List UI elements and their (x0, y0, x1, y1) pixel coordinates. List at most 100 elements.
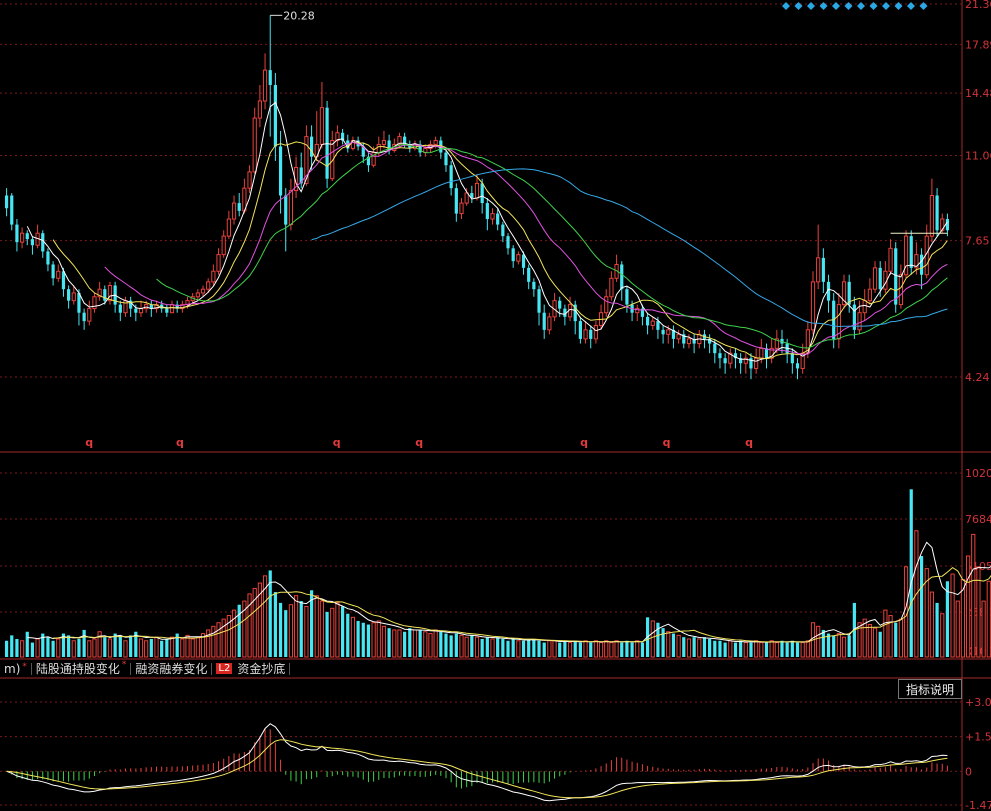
candle-body (257, 100, 262, 119)
volume-bar (935, 602, 939, 657)
candle-body (376, 143, 381, 154)
volume-tick-label: 10204 (965, 467, 991, 480)
volume-bar (428, 633, 433, 658)
volume-bar (485, 637, 489, 657)
candle-body (656, 321, 660, 330)
signal-q-mark: q (85, 436, 93, 449)
volume-bar (319, 600, 325, 658)
macd-tick-label: +1.51 (965, 731, 991, 744)
volume-bar (376, 620, 381, 658)
volume-bar (77, 638, 81, 657)
candle-body (686, 338, 692, 345)
tab-m-label: m) (4, 661, 21, 676)
candle-body (872, 267, 878, 290)
volume-bar (847, 635, 851, 657)
candle-body (454, 188, 458, 214)
candle-body (945, 219, 950, 231)
volume-bar (71, 640, 76, 658)
candle-body (200, 288, 206, 294)
volume-bar (454, 633, 458, 657)
candle-body (506, 236, 510, 249)
candle-body (433, 139, 438, 145)
volume-bar (521, 640, 526, 657)
candle-body (676, 333, 681, 340)
volume-bar (650, 620, 655, 658)
candle-body (650, 320, 655, 326)
volume-bar (340, 606, 345, 657)
candle-body (319, 107, 325, 145)
candle-body (723, 358, 727, 364)
candle-body (645, 316, 650, 326)
volume-bar (103, 637, 107, 657)
candle-body (532, 281, 536, 290)
volume-bar (299, 601, 303, 657)
volume-bar (87, 640, 92, 658)
volume-bar (412, 629, 418, 658)
volume-bar (56, 638, 61, 658)
tab-margin-trading[interactable]: 融资融券变化 (131, 660, 211, 677)
volume-bar (356, 620, 360, 657)
signal-diamond-icon (807, 2, 815, 10)
volume-bar (92, 638, 97, 658)
candle-body (211, 270, 216, 283)
candle-body (67, 289, 71, 301)
volume-bar (542, 642, 546, 657)
candle-body (231, 202, 237, 220)
tab-fund-bottom[interactable]: L2 资金抄底 (212, 660, 289, 677)
volume-ma-line (53, 566, 991, 643)
volume-bar (883, 609, 888, 658)
price-tick-label: 7.65 (965, 235, 990, 248)
stock-chart: 21.30 17.89 14.48 11.06 7.65 4.24 20.28 q q q q q q q… (0, 0, 991, 811)
signal-diamond-icon (907, 2, 915, 10)
volume-bar (764, 642, 769, 657)
candle-body (661, 329, 665, 335)
volume-bar (635, 640, 640, 658)
volume-bar (945, 581, 950, 657)
volume-bar (449, 635, 453, 657)
volume-bar (841, 636, 847, 658)
signal-q-mark: q (415, 436, 423, 449)
tab-m[interactable]: m) * (0, 662, 31, 676)
candle-body (221, 235, 226, 256)
volume-bar (620, 642, 624, 657)
indicator-help-button[interactable]: 指标说明 (898, 679, 962, 699)
volume-bar (19, 640, 25, 658)
candle-body (19, 232, 25, 243)
volume-bar (981, 600, 986, 658)
candle-body (496, 213, 500, 225)
volume-bar (872, 627, 878, 658)
volume-bar (785, 642, 789, 657)
signal-diamond-icon (794, 2, 803, 10)
candle-body (480, 183, 484, 204)
volume-bar (986, 580, 991, 658)
peak-price-label: 20.28 (283, 9, 315, 22)
candle-body (516, 254, 521, 262)
volume-bar (160, 640, 164, 657)
candle-body (30, 239, 35, 246)
volume-bar (397, 629, 402, 658)
candle-body (103, 289, 107, 301)
candle-body (138, 308, 144, 314)
candle-body (583, 329, 588, 340)
volume-bar (614, 640, 619, 658)
volume-bar (314, 595, 319, 658)
signal-q-mark: q (333, 436, 341, 449)
candle-body (195, 292, 200, 298)
candle-body (262, 69, 268, 102)
candle-body (87, 308, 92, 322)
volume-bar (821, 629, 825, 657)
volume-bar (836, 633, 841, 658)
volume-bar (346, 613, 350, 657)
candle-body (464, 192, 469, 204)
candle-body (593, 324, 598, 340)
signal-diamond-icon (832, 2, 840, 10)
volume-bar (929, 591, 935, 658)
volume-bar (350, 616, 356, 658)
price-tick-label: 21.30 (965, 0, 991, 11)
volume-bar (578, 642, 582, 657)
volume-bar (894, 622, 898, 657)
tab-hsgt-holding[interactable]: 陆股通持股变化 * (32, 660, 131, 677)
volume-bar (609, 642, 614, 658)
tab-m-star: * (22, 661, 27, 672)
candle-body (165, 308, 169, 313)
